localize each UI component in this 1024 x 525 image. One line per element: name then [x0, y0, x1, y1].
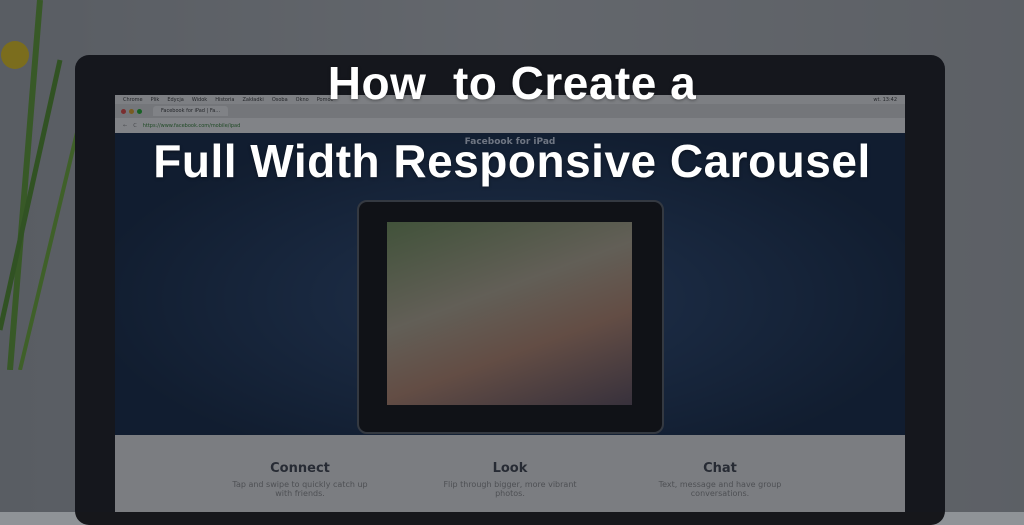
title-line-2: Full Width Responsive Carousel: [153, 135, 871, 187]
title-line-1: How to Create a: [327, 57, 697, 109]
